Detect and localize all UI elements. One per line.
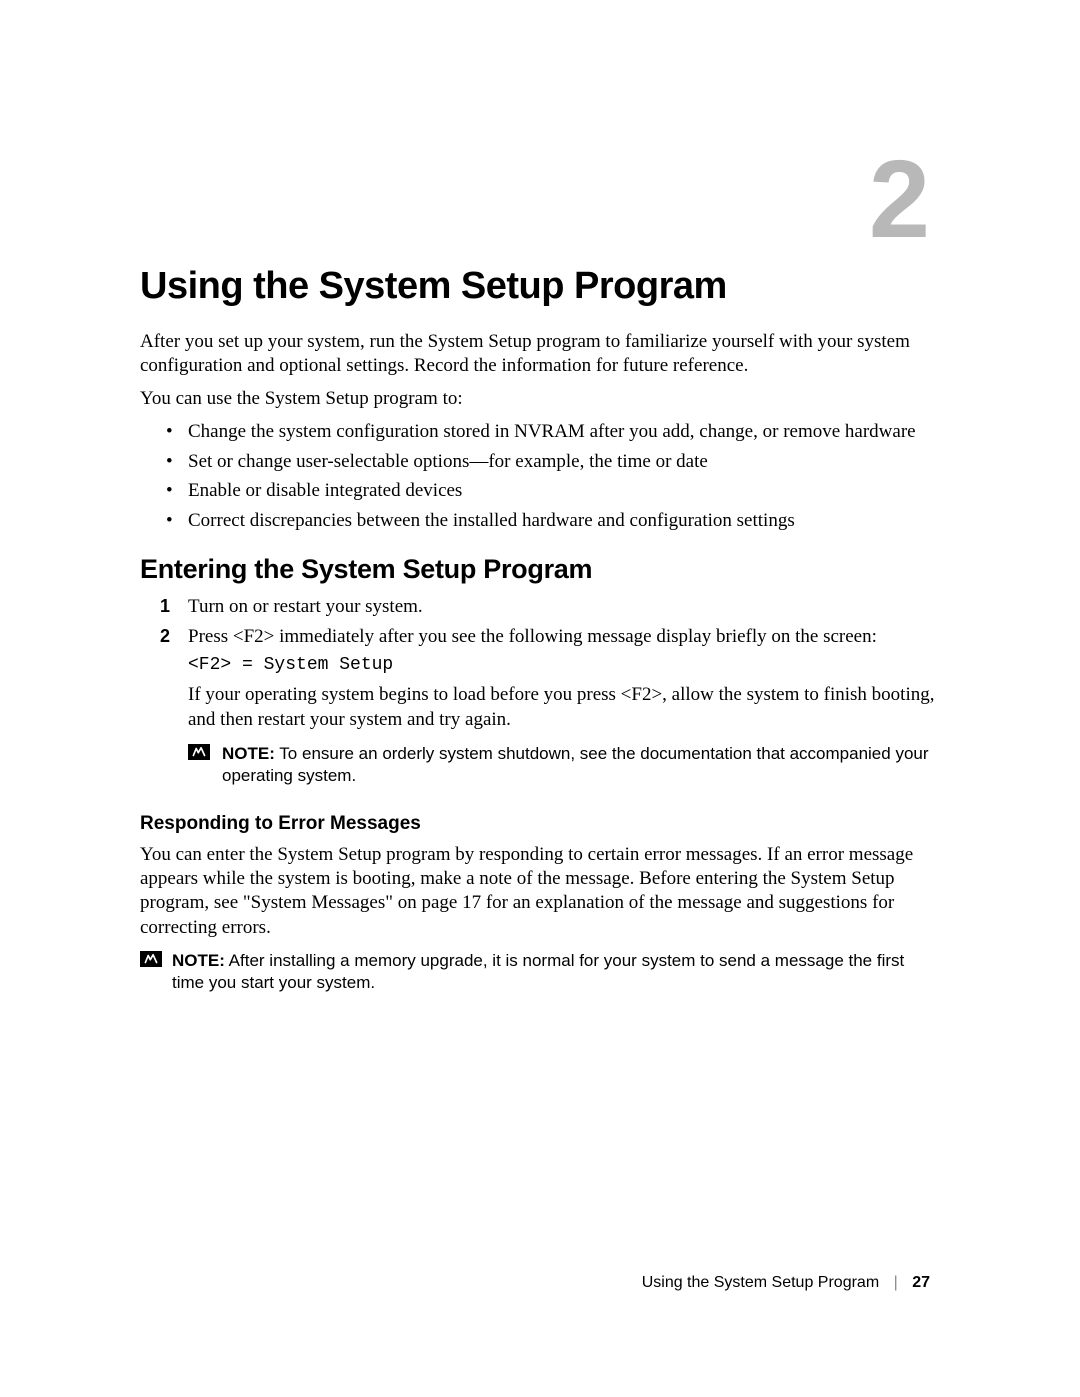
note-icon — [140, 951, 162, 967]
bullet-item: Change the system configuration stored i… — [188, 419, 940, 445]
feature-bullet-list: Change the system configuration stored i… — [140, 419, 940, 534]
page-number: 27 — [912, 1274, 930, 1291]
step-item: Turn on or restart your system. — [188, 595, 940, 620]
note-text: To ensure an orderly system shutdown, se… — [222, 744, 929, 785]
code-line: <F2> = System Setup — [188, 654, 940, 677]
step-followup: If your operating system begins to load … — [188, 683, 940, 732]
bullet-item: Set or change user-selectable options—fo… — [188, 449, 940, 475]
steps-list: Turn on or restart your system. Press <F… — [140, 595, 940, 787]
section-title: Entering the System Setup Program — [140, 554, 940, 585]
bullet-item: Correct discrepancies between the instal… — [188, 508, 940, 534]
bullet-item: Enable or disable integrated devices — [188, 478, 940, 504]
subsection-title: Responding to Error Messages — [140, 813, 940, 835]
note-text: After installing a memory upgrade, it is… — [172, 951, 904, 992]
step-text: Turn on or restart your system. — [188, 596, 423, 617]
chapter-title: Using the System Setup Program — [140, 265, 940, 308]
step-item: Press <F2> immediately after you see the… — [188, 625, 940, 787]
page-footer: Using the System Setup Program | 27 — [642, 1274, 930, 1292]
note-label: NOTE: — [172, 951, 225, 970]
note-block: NOTE: After installing a memory upgrade,… — [140, 950, 940, 994]
intro-paragraph-2: You can use the System Setup program to: — [140, 387, 940, 411]
chapter-number: 2 — [869, 145, 930, 255]
error-paragraph: You can enter the System Setup program b… — [140, 843, 940, 940]
page-content: Using the System Setup Program After you… — [140, 265, 940, 994]
step-text: Press <F2> immediately after you see the… — [188, 626, 877, 647]
note-label: NOTE: — [222, 744, 275, 763]
footer-separator: | — [894, 1274, 898, 1291]
note-block: NOTE: To ensure an orderly system shutdo… — [188, 743, 940, 787]
footer-chapter-title: Using the System Setup Program — [642, 1274, 879, 1291]
document-page: 2 Using the System Setup Program After y… — [0, 0, 1080, 1397]
intro-paragraph-1: After you set up your system, run the Sy… — [140, 330, 940, 379]
note-icon — [188, 744, 210, 760]
